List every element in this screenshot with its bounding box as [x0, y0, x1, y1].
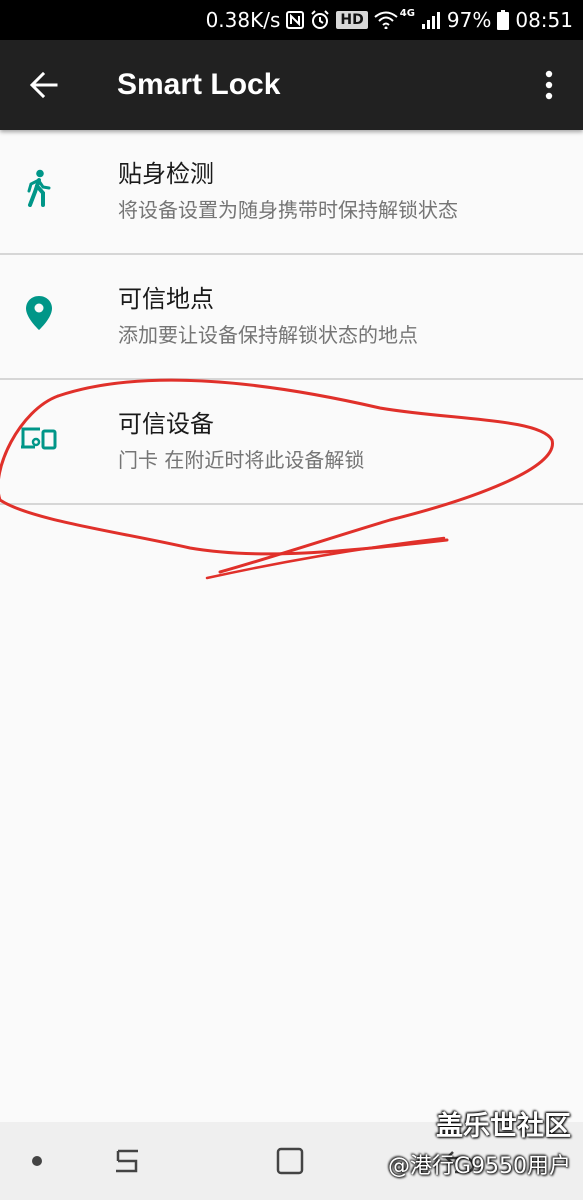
- option-title: 贴身检测: [118, 160, 214, 188]
- hd-badge: HD: [336, 11, 368, 29]
- walking-person-icon: [19, 168, 59, 208]
- option-on-body-detection[interactable]: 贴身检测 将设备设置为随身携带时保持解锁状态: [0, 130, 583, 255]
- status-bar: 0.38K/s HD 4G 97% 08:51: [0, 0, 583, 40]
- page-title: Smart Lock: [117, 68, 281, 101]
- nav-dot-button[interactable]: [17, 1141, 57, 1181]
- app-bar: Smart Lock: [0, 40, 583, 130]
- watermark-user: @港行G9550用户: [387, 1154, 571, 1179]
- network-speed: 0.38K/s: [205, 8, 281, 32]
- option-title: 可信设备: [118, 410, 214, 438]
- nfc-icon: [286, 11, 305, 29]
- option-subtitle: 添加要让设备保持解锁状态的地点: [118, 323, 418, 347]
- devices-icon: [19, 418, 59, 458]
- location-pin-icon: [19, 293, 59, 333]
- wifi-icon: [374, 11, 398, 29]
- option-subtitle: 将设备设置为随身携带时保持解锁状态: [118, 198, 458, 222]
- more-vert-icon: [545, 70, 553, 100]
- alarm-icon: [310, 10, 330, 30]
- more-options-button[interactable]: [529, 61, 569, 109]
- signal-icon: [421, 11, 441, 29]
- network-type: 4G: [399, 8, 415, 19]
- option-trusted-places[interactable]: 可信地点 添加要让设备保持解锁状态的地点: [0, 255, 583, 380]
- arrow-back-icon: [30, 71, 58, 99]
- back-button[interactable]: [20, 61, 68, 109]
- dot-icon: [32, 1156, 42, 1166]
- clock: 08:51: [515, 8, 573, 32]
- home-icon: [276, 1147, 304, 1175]
- recent-apps-button[interactable]: [107, 1141, 147, 1181]
- battery-icon: [497, 10, 510, 30]
- option-subtitle: 门卡 在附近时将此设备解锁: [118, 448, 365, 472]
- watermark-brand: 盖乐世社区: [436, 1111, 571, 1142]
- option-title: 可信地点: [118, 285, 214, 313]
- option-trusted-devices[interactable]: 可信设备 门卡 在附近时将此设备解锁: [0, 380, 583, 505]
- recent-apps-icon: [116, 1149, 138, 1173]
- smart-lock-options: 贴身检测 将设备设置为随身携带时保持解锁状态 可信地点 添加要让设备保持解锁状态…: [0, 130, 583, 505]
- home-button[interactable]: [270, 1141, 310, 1181]
- battery-level: 97%: [446, 8, 492, 32]
